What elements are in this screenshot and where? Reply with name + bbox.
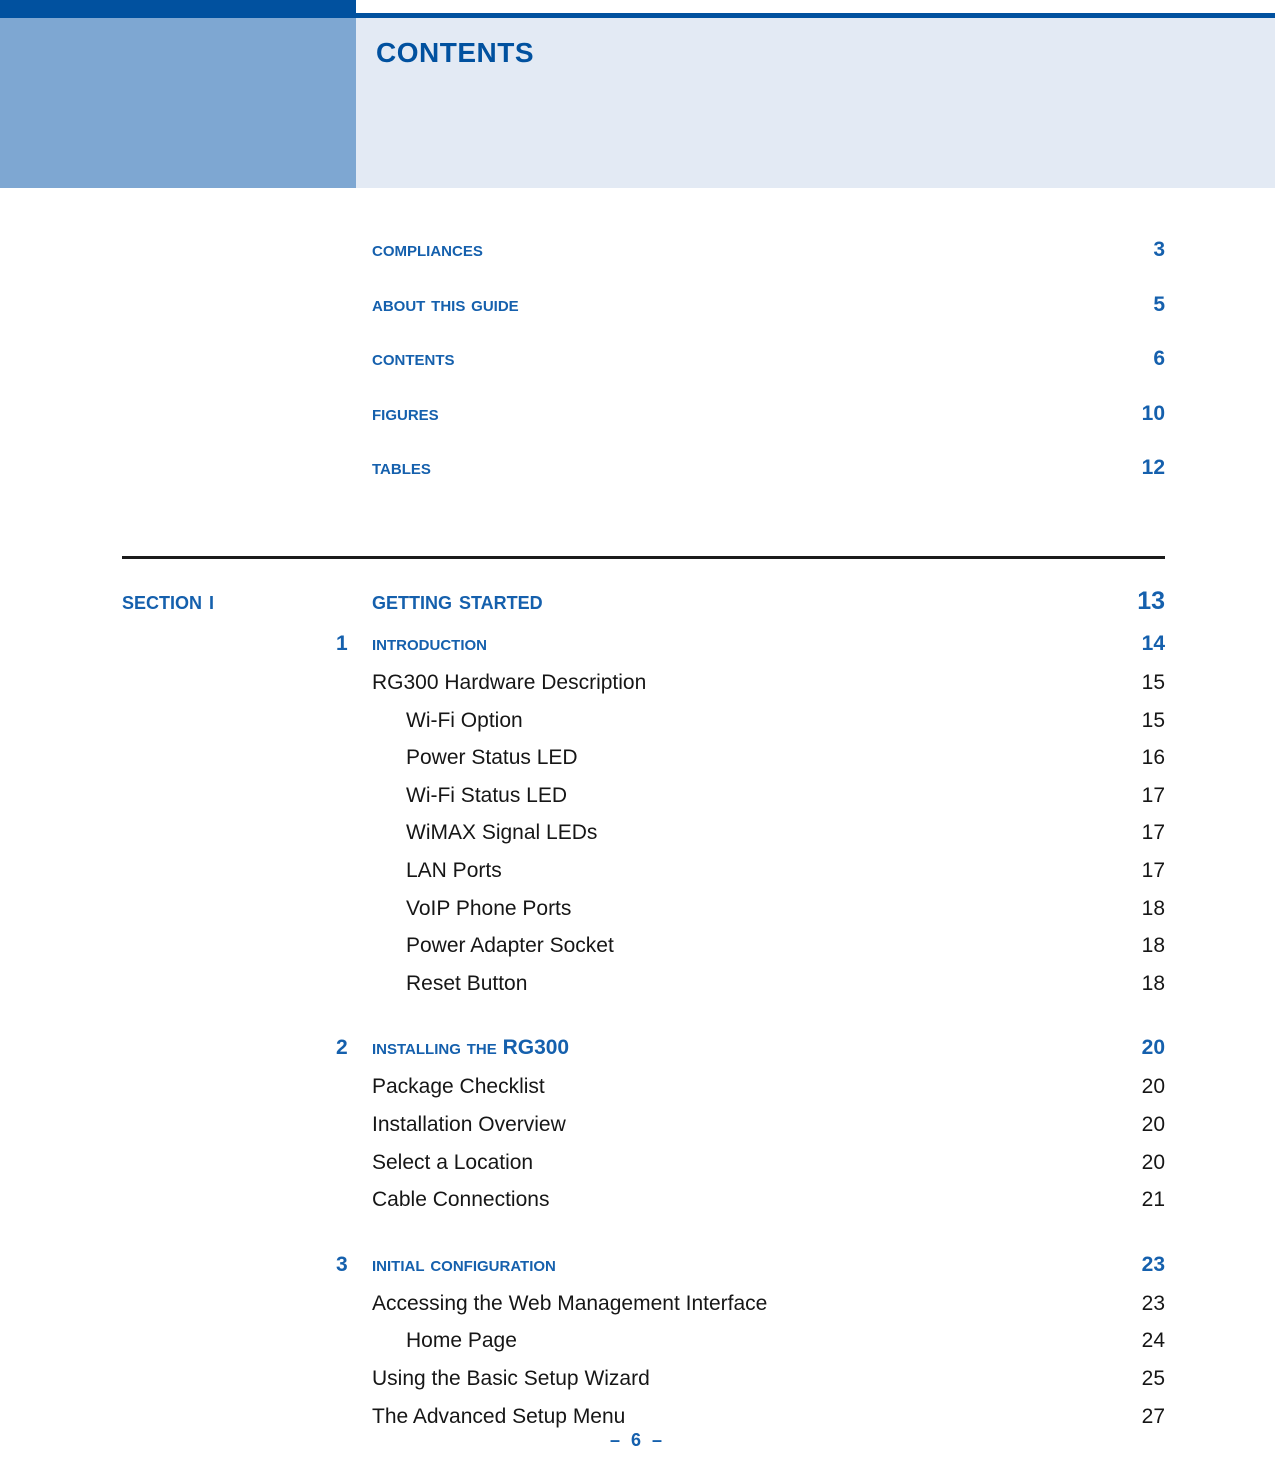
toc-entry-label: Using the Basic Setup Wizard [372,1367,650,1390]
toc-entry-label: Reset Button [406,971,528,995]
toc-entry-label: Accessing the Web Management Interface [372,1291,768,1315]
toc-entry-label: Compliances [372,238,483,261]
chapter-title: Introduction [372,632,487,656]
chapter-number: 3 [336,1252,348,1276]
toc-entry-label: VoIP Phone Ports [406,896,572,920]
header-top-bar [0,0,356,18]
toc-entry-page: 20 [1141,1113,1165,1136]
toc-entry-label: RG300 Hardware Description [372,671,647,694]
section-number-label: Section I [122,587,214,615]
toc-entry-page: 15 [1141,708,1165,732]
section-divider-rule [122,556,1165,559]
toc-entry-label: About This Guide [372,292,519,316]
toc-entry-label: WiMAX Signal LEDs [406,821,598,845]
toc-entry-page: 17 [1141,821,1165,845]
toc-entry-page: 25 [1141,1367,1165,1390]
toc-entry-page: 10 [1141,401,1165,425]
toc-entry-page: 6 [1153,347,1165,370]
toc-entry-label: Select a Location [372,1150,534,1174]
toc-entry-label: Figures [372,401,439,425]
page-header: Contents [0,0,1275,188]
toc-entry-page: 18 [1141,934,1165,958]
chapter-title-text: Introduction [372,632,487,655]
toc-entry-page: 3 [1153,238,1165,261]
chapter-number: 1 [336,632,348,655]
chapter-title: Initial Configuration [372,1253,556,1277]
toc-entry-page: 20 [1141,1150,1165,1174]
chapter-page: 23 [1141,1252,1165,1276]
toc-entry-label: Installation Overview [372,1113,566,1136]
toc-entry-label: Tables [372,456,431,479]
toc-entry-label: Wi-Fi Status LED [406,783,568,807]
toc-entry-label: LAN Ports [406,859,502,882]
toc-entry-label: Cable Connections [372,1188,550,1212]
chapter-title-acronym: RG300 [502,1036,570,1060]
chapter-number: 2 [336,1036,348,1060]
toc-entry-page: 12 [1141,456,1165,479]
chapter-page: 20 [1141,1036,1165,1060]
toc-entry-page: 21 [1141,1188,1165,1212]
toc-entry-label: Wi-Fi Option [406,708,523,732]
toc-entry-page: 18 [1141,971,1165,995]
toc-entry-page: 15 [1141,671,1165,694]
toc-entry-label: Power Adapter Socket [406,934,614,958]
chapter-page: 14 [1141,632,1165,655]
toc-entry-page: 20 [1141,1075,1165,1099]
toc-entry-label: Package Checklist [372,1075,545,1099]
header-color-block [0,18,356,188]
toc-entry-label: Home Page [406,1329,517,1353]
footer-page-number: – 6 – [609,1430,666,1450]
toc-entry-page: 16 [1141,746,1165,770]
toc-entry-page: 27 [1141,1404,1165,1428]
toc-entry-page: 24 [1141,1329,1165,1353]
toc-entry-label: Contents [372,347,455,370]
toc-entry-page: 5 [1153,292,1165,316]
toc-entry-page: 23 [1141,1291,1165,1315]
toc-entry-label: Power Status LED [406,746,578,770]
toc-entry-page: 18 [1141,896,1165,920]
section-title: Getting Started [372,587,543,615]
toc-entry-page: 17 [1141,783,1165,807]
chapter-title-text: Installing the [372,1036,503,1060]
page-title: Contents [376,27,534,71]
chapter-title: Installing the RG300 [372,1036,569,1060]
toc-entry-label: The Advanced Setup Menu [372,1404,626,1428]
section-page: 13 [1137,587,1165,615]
toc-entry-page: 17 [1141,859,1165,882]
chapter-title-text: Initial Configuration [372,1252,556,1276]
